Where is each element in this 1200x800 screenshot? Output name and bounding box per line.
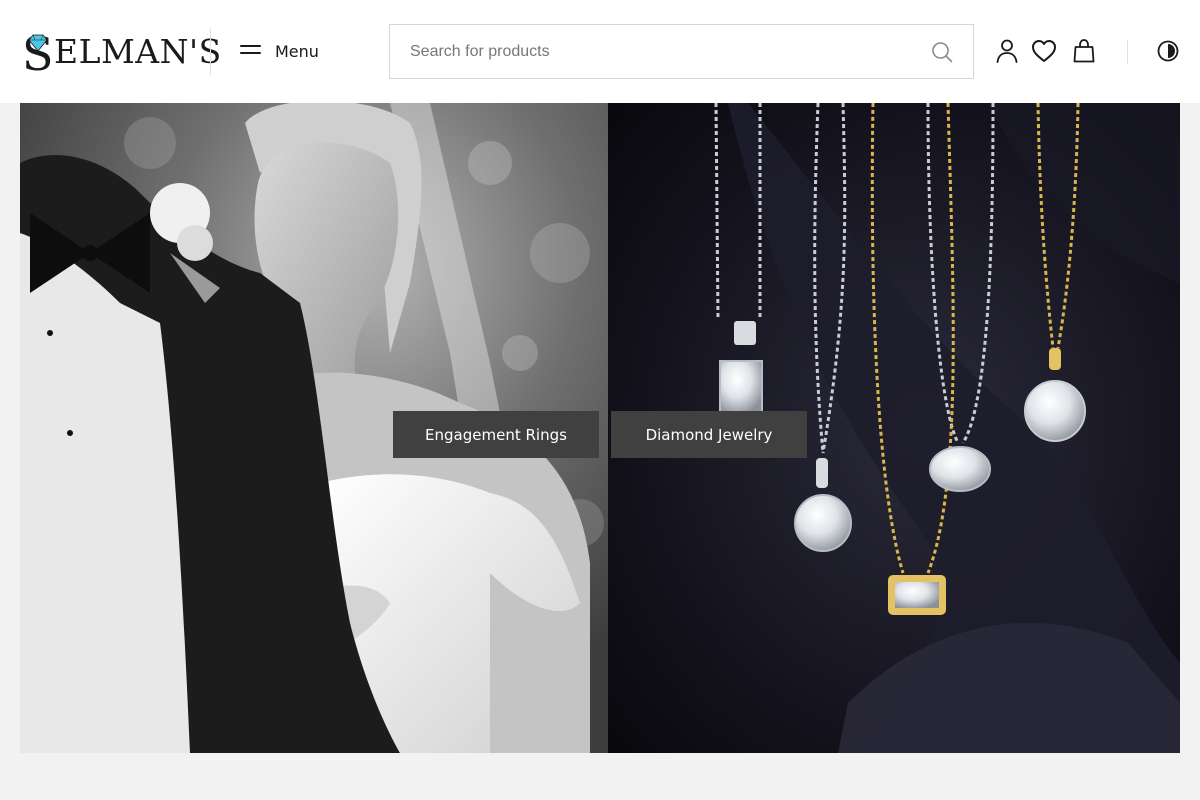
brand-logo[interactable]: S ELMAN'S (20, 26, 221, 76)
menu-button[interactable]: Menu (240, 36, 319, 66)
account-button[interactable] (994, 38, 1020, 64)
page-background (0, 753, 1200, 800)
contrast-toggle-icon (1157, 40, 1179, 62)
theme-toggle-button[interactable] (1155, 38, 1181, 64)
hamburger-icon (240, 44, 261, 58)
brand-wordmark: ELMAN'S (54, 32, 222, 71)
search-bar (389, 24, 974, 79)
cart-button[interactable] (1071, 38, 1097, 64)
hero-banner: Engagement Rings Diamond Jewelry (20, 103, 1180, 753)
wishlist-heart-icon (1032, 40, 1056, 62)
site-header: S ELMAN'S Menu (0, 0, 1200, 103)
header-divider (210, 28, 211, 75)
bag-icon (1073, 39, 1095, 63)
wishlist-button[interactable] (1031, 38, 1057, 64)
diamond-jewelry-label: Diamond Jewelry (645, 425, 773, 444)
diamond-jewelry-button[interactable]: Diamond Jewelry (611, 411, 807, 458)
menu-label: Menu (275, 41, 319, 61)
diamond-ring-logo-icon: S (22, 28, 54, 74)
engagement-rings-label: Engagement Rings (425, 425, 567, 444)
search-icon[interactable] (931, 41, 953, 63)
engagement-rings-button[interactable]: Engagement Rings (393, 411, 599, 458)
account-icon (996, 39, 1018, 63)
search-input[interactable] (410, 25, 910, 78)
header-divider-right (1127, 40, 1128, 64)
